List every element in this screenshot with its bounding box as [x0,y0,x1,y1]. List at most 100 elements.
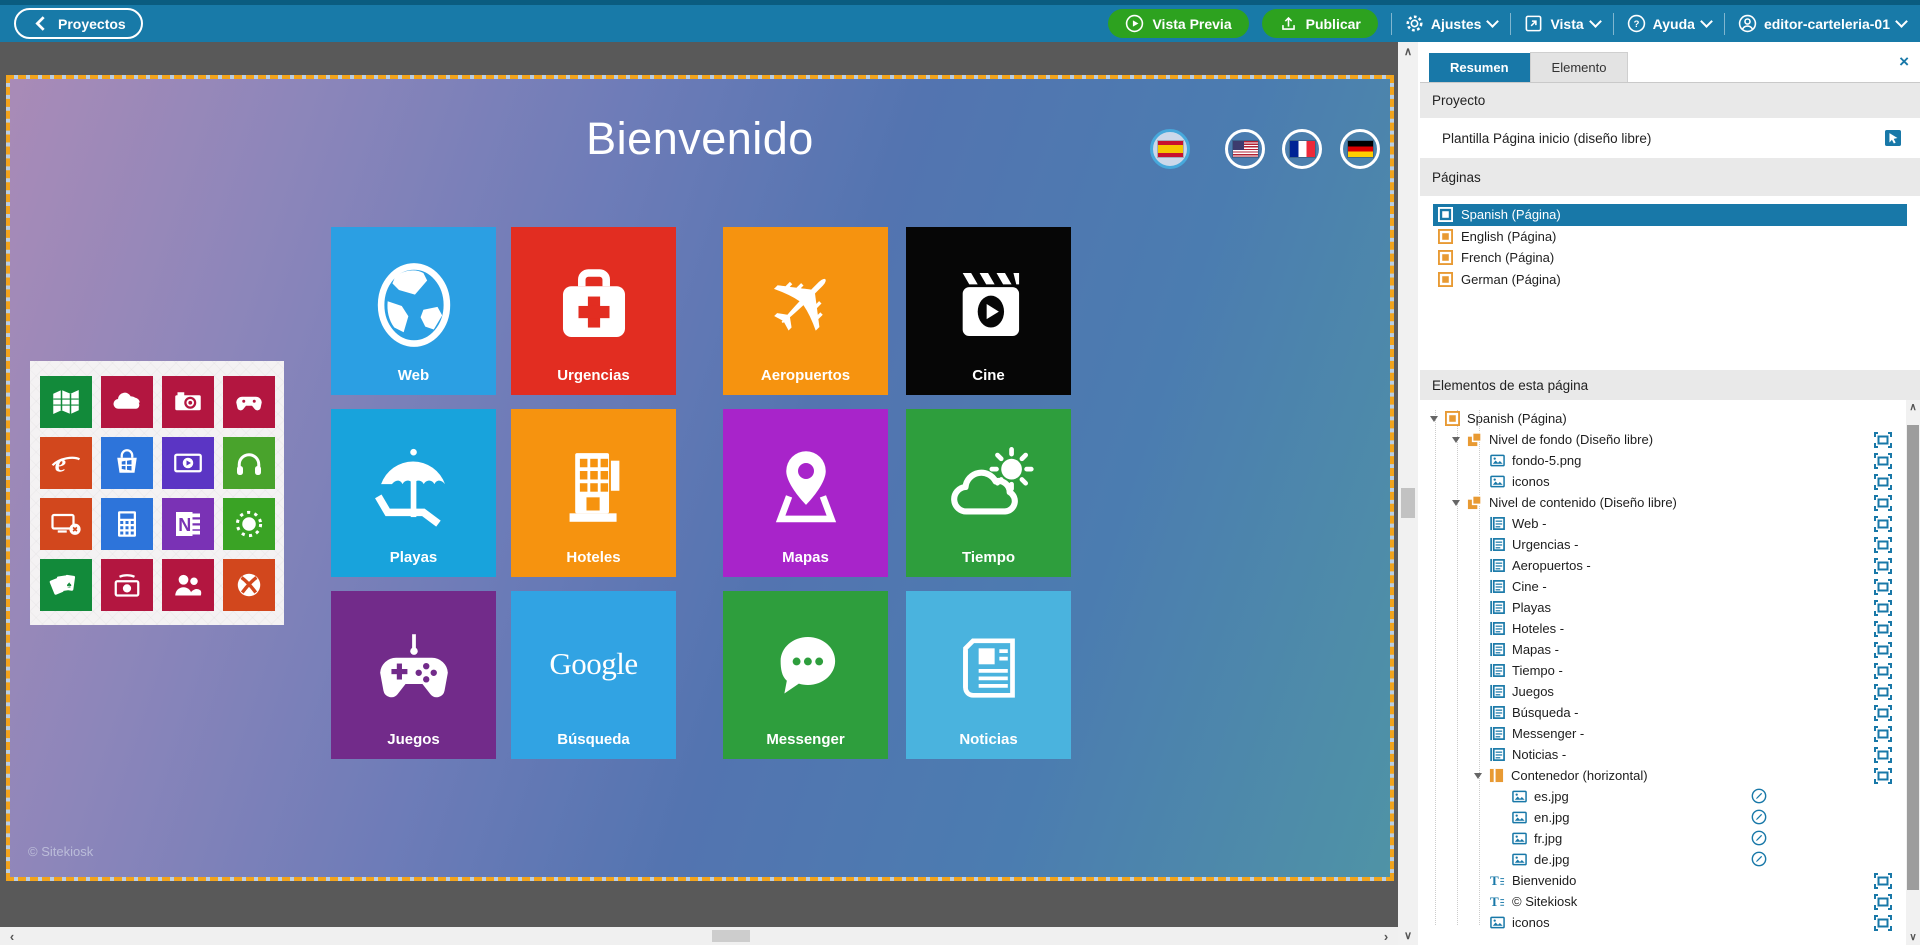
tree-item-iconos[interactable]: iconos [1420,912,1906,933]
scroll-right-arrow[interactable]: › [1380,929,1392,944]
frame-icon[interactable] [1874,621,1892,637]
tab-resumen[interactable]: Resumen [1429,53,1530,82]
tree-item-noticias[interactable]: Noticias - [1420,744,1906,765]
frame-icon[interactable] [1874,579,1892,595]
tree-item-contenedor-horizontal[interactable]: Contenedor (horizontal) [1420,765,1906,786]
scroll-left-arrow[interactable]: ‹ [6,929,18,944]
publish-button[interactable]: Publicar [1262,9,1378,38]
tree-item-mapas[interactable]: Mapas - [1420,639,1906,660]
frame-icon[interactable] [1874,474,1892,490]
frame-icon[interactable] [1874,642,1892,658]
tile-bu-squeda[interactable]: GoogleBúsqueda [511,591,676,759]
frame-icon[interactable] [1874,600,1892,616]
tile-cine[interactable]: Cine [906,227,1071,395]
tile-tiempo[interactable]: Tiempo [906,409,1071,577]
edit-icon[interactable] [1750,830,1768,846]
frame-icon[interactable] [1874,537,1892,553]
frame-icon[interactable] [1874,516,1892,532]
tile-hoteles[interactable]: Hoteles [511,409,676,577]
tree-item-cine[interactable]: Cine - [1420,576,1906,597]
canvas-vertical-scrollbar[interactable]: ∧ ∨ [1398,42,1418,945]
frame-icon[interactable] [1874,726,1892,742]
page-selection-frame[interactable]: Bienvenido WebUrgencias✈AeropuertosCineP… [6,75,1394,881]
expander-icon[interactable] [1452,437,1460,443]
tile-noticias[interactable]: Noticias [906,591,1071,759]
tree-item-urgencias[interactable]: Urgencias - [1420,534,1906,555]
tree-item-web[interactable]: Web - [1420,513,1906,534]
scroll-down-arrow[interactable]: ∨ [1906,932,1920,943]
expander-icon[interactable] [1474,773,1482,779]
scroll-up-arrow[interactable]: ∧ [1906,402,1920,413]
settings-menu[interactable]: Ajustes [1405,14,1498,33]
page-item-german-pa-gina[interactable]: German (Página) [1433,269,1907,291]
tile-web[interactable]: Web [331,227,496,395]
tile-mapas[interactable]: Mapas [723,409,888,577]
tree-item-tiempo[interactable]: Tiempo - [1420,660,1906,681]
tree-item-fondo-5-png[interactable]: fondo-5.png [1420,450,1906,471]
tree-item-playas[interactable]: Playas [1420,597,1906,618]
tree-item-es-jpg[interactable]: es.jpg [1420,786,1906,807]
expander-icon[interactable] [1452,500,1460,506]
projects-back-button[interactable]: Proyectos [14,8,143,39]
tree-item-bu-squeda[interactable]: Búsqueda - [1420,702,1906,723]
app-icon-panel[interactable]: eN♠ [30,361,284,625]
tree-item-hoteles[interactable]: Hoteles - [1420,618,1906,639]
copyright-text[interactable]: © Sitekiosk [28,844,93,859]
frame-icon[interactable] [1874,558,1892,574]
tree-item-fr-jpg[interactable]: fr.jpg [1420,828,1906,849]
frame-icon[interactable] [1874,747,1892,763]
tree-item-bienvenido[interactable]: TBienvenido [1420,870,1906,891]
project-row[interactable]: Plantilla Página inicio (diseño libre) [1420,118,1920,158]
tree-item-de-jpg[interactable]: de.jpg [1420,849,1906,870]
tree-item-nivel-de-fondo-disen-o-libre[interactable]: Nivel de fondo (Diseño libre) [1420,429,1906,450]
scroll-down-arrow[interactable]: ∨ [1398,929,1418,942]
tree-item-spanish-pa-gina[interactable]: Spanish (Página) [1420,408,1906,429]
page-item-spanish-pa-gina[interactable]: Spanish (Página) [1433,204,1907,226]
frame-icon[interactable] [1874,495,1892,511]
close-icon[interactable]: × [1899,53,1909,70]
view-menu[interactable]: Vista [1524,14,1599,33]
tree-item-juegos[interactable]: Juegos [1420,681,1906,702]
tree-item-messenger[interactable]: Messenger - [1420,723,1906,744]
edit-icon[interactable] [1750,788,1768,804]
frame-icon[interactable] [1874,915,1892,931]
frame-icon[interactable] [1874,453,1892,469]
canvas-horizontal-scrollbar[interactable]: ‹ › [0,927,1398,945]
scrollbar-thumb[interactable] [1401,488,1415,518]
frame-icon[interactable] [1874,663,1892,679]
tile-juegos[interactable]: Juegos [331,591,496,759]
tile-playas[interactable]: Playas [331,409,496,577]
page-item-french-pa-gina[interactable]: French (Página) [1433,247,1907,269]
language-button-germany[interactable] [1340,129,1380,169]
tile-messenger[interactable]: Messenger [723,591,888,759]
frame-icon[interactable] [1874,873,1892,889]
tree-scrollbar[interactable]: ∧ ∨ [1906,400,1920,945]
frame-icon[interactable] [1874,432,1892,448]
scrollbar-thumb[interactable] [1907,425,1919,890]
tree-item-nivel-de-contenido-disen-o-libre[interactable]: Nivel de contenido (Diseño libre) [1420,492,1906,513]
tree-item-iconos[interactable]: iconos [1420,471,1906,492]
scroll-up-arrow[interactable]: ∧ [1398,45,1418,58]
frame-icon[interactable] [1874,705,1892,721]
scrollbar-thumb[interactable] [712,930,750,942]
tile-aeropuertos[interactable]: ✈Aeropuertos [723,227,888,395]
language-button-france[interactable] [1282,129,1322,169]
preview-button[interactable]: Vista Previa [1108,9,1248,38]
edit-icon[interactable] [1750,851,1768,867]
tree-item-sitekiosk[interactable]: T© Sitekiosk [1420,891,1906,912]
page-item-english-pa-gina[interactable]: English (Página) [1433,226,1907,248]
frame-icon[interactable] [1874,894,1892,910]
language-button-spain[interactable] [1150,129,1190,169]
tree-item-en-jpg[interactable]: en.jpg [1420,807,1906,828]
frame-icon[interactable] [1874,768,1892,784]
expander-icon[interactable] [1430,416,1438,422]
edit-icon[interactable] [1750,809,1768,825]
language-button-usa[interactable] [1225,129,1265,169]
help-menu[interactable]: ? Ayuda [1627,14,1711,33]
frame-icon[interactable] [1874,684,1892,700]
user-menu[interactable]: editor-carteleria-01 [1738,14,1906,33]
select-cursor-icon[interactable] [1884,130,1902,146]
tree-item-aeropuertos[interactable]: Aeropuertos - [1420,555,1906,576]
tile-urgencias[interactable]: Urgencias [511,227,676,395]
tab-elemento[interactable]: Elemento [1530,52,1629,82]
